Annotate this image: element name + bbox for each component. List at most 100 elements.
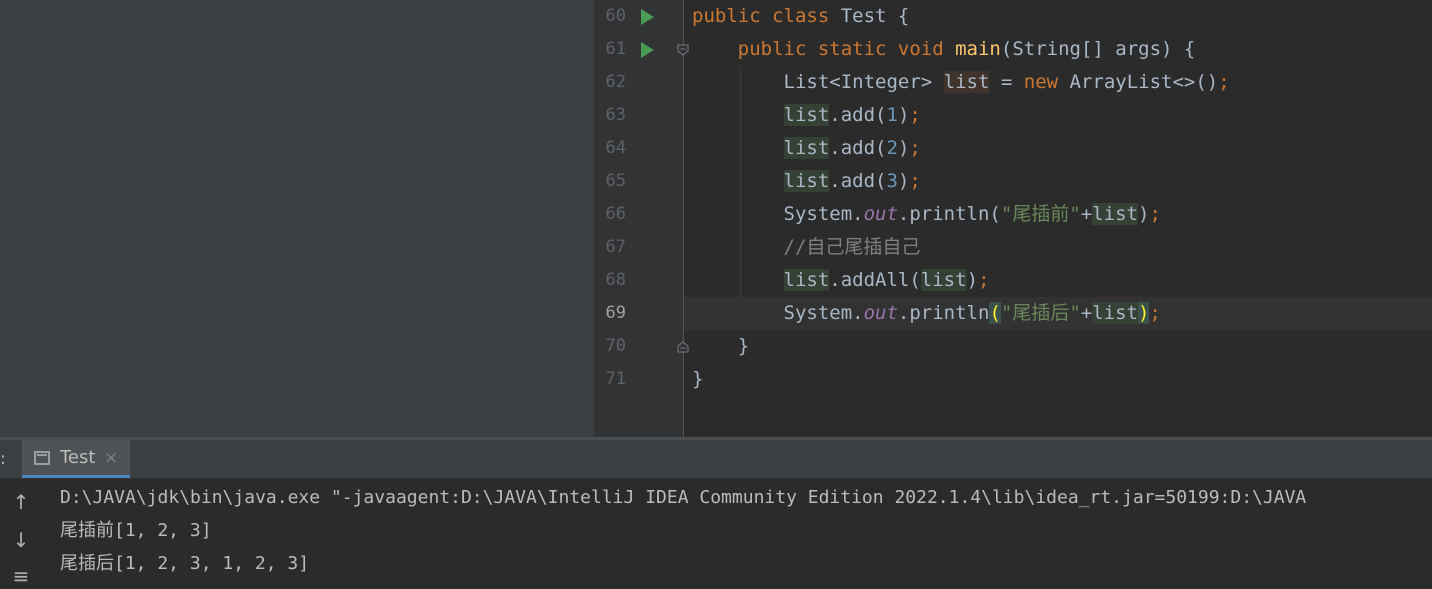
code-line[interactable]: } xyxy=(684,363,1432,396)
tab-prefix: : xyxy=(0,449,6,469)
code-line[interactable]: public class Test { xyxy=(684,0,1432,33)
line-number[interactable]: 60 xyxy=(596,0,626,33)
code-token: ) xyxy=(897,170,910,192)
code-token: 3 xyxy=(886,170,898,192)
code-token: "尾插后" xyxy=(1000,302,1081,324)
code-token: .add( xyxy=(829,170,887,192)
soft-wrap-icon[interactable]: ≡ xyxy=(8,563,34,589)
code-token: ArrayList<>() xyxy=(1069,71,1219,93)
code-token: list xyxy=(920,269,967,291)
code-token: System. xyxy=(692,302,864,324)
tab-test[interactable]: Test × xyxy=(22,440,130,478)
code-token: System. xyxy=(692,203,864,225)
line-number[interactable]: 67 xyxy=(596,231,626,264)
code-token: ; xyxy=(909,170,921,192)
code-line[interactable]: System.out.println("尾插后"+list); xyxy=(684,297,1432,330)
code-token: list xyxy=(1092,302,1138,324)
code-text: System.out.println("尾插前"+list); xyxy=(692,198,1161,231)
line-number[interactable]: 61 xyxy=(596,33,626,66)
code-line[interactable]: //自己尾插自己 xyxy=(684,231,1432,264)
code-text: list.add(1); xyxy=(692,99,921,132)
code-token: ) xyxy=(1137,203,1150,225)
line-number[interactable]: 68 xyxy=(596,264,626,297)
code-token: ; xyxy=(909,104,921,126)
code-text: public class Test { xyxy=(692,0,909,33)
code-line[interactable]: list.addAll(list); xyxy=(684,264,1432,297)
code-text: list.add(3); xyxy=(692,165,921,198)
code-text: } xyxy=(692,363,703,396)
code-token: //自己尾插自己 xyxy=(783,236,921,258)
console-icon xyxy=(34,451,50,465)
console-output[interactable]: D:\JAVA\jdk\bin\java.exe "-javaagent:D:\… xyxy=(42,479,1432,583)
code-text: list.addAll(list); xyxy=(692,264,989,297)
console-line: D:\JAVA\jdk\bin\java.exe "-javaagent:D:\… xyxy=(60,487,1307,508)
code-text: list.add(2); xyxy=(692,132,921,165)
code-token: ( xyxy=(989,302,1001,324)
console-line: 尾插后[1, 2, 3, 1, 2, 3] xyxy=(60,553,310,574)
code-token: public class xyxy=(692,5,841,27)
code-line[interactable]: list.add(1); xyxy=(684,99,1432,132)
code-token: + xyxy=(1080,203,1093,225)
code-token: ) xyxy=(897,104,910,126)
code-token: = xyxy=(989,71,1024,93)
code-token: .add( xyxy=(829,137,887,159)
code-text: List<Integer> list = new ArrayList<>(); xyxy=(692,66,1230,99)
code-line[interactable]: list.add(2); xyxy=(684,132,1432,165)
code-token: 2 xyxy=(886,137,898,159)
line-number[interactable]: 66 xyxy=(596,198,626,231)
fold-marker-icon[interactable] xyxy=(677,341,689,353)
code-token: ) xyxy=(1138,302,1150,324)
code-token: list xyxy=(783,170,830,192)
project-pane xyxy=(0,0,594,437)
arrow-up-icon[interactable]: ↑ xyxy=(8,489,34,515)
fold-marker-icon[interactable] xyxy=(677,44,689,56)
run-triangle-icon[interactable] xyxy=(641,42,654,58)
code-token: out xyxy=(863,203,898,225)
run-triangle-icon[interactable] xyxy=(641,9,654,25)
code-token: "尾插前" xyxy=(1000,203,1081,225)
code-token: ; xyxy=(1218,71,1230,93)
code-line[interactable]: System.out.println("尾插前"+list); xyxy=(684,198,1432,231)
code-token: + xyxy=(1080,302,1093,324)
code-token: } xyxy=(692,335,750,357)
code-line[interactable]: public static void main(String[] args) { xyxy=(684,33,1432,66)
line-number[interactable]: 64 xyxy=(596,132,626,165)
code-token: ; xyxy=(1149,203,1161,225)
line-number[interactable]: 71 xyxy=(596,363,626,396)
code-editor[interactable]: public class Test { public static void m… xyxy=(684,0,1432,437)
line-number[interactable]: 69 xyxy=(596,297,626,330)
code-token: List<Integer> xyxy=(692,71,944,93)
code-line[interactable]: List<Integer> list = new ArrayList<>(); xyxy=(684,66,1432,99)
code-line[interactable]: list.add(3); xyxy=(684,165,1432,198)
code-token: ; xyxy=(978,269,990,291)
code-token: 1 xyxy=(886,104,898,126)
arrow-down-icon[interactable]: ↓ xyxy=(8,527,34,553)
console-line: 尾插前[1, 2, 3] xyxy=(60,520,212,541)
code-token: list xyxy=(1092,203,1138,225)
code-token: .add( xyxy=(829,104,887,126)
console-toolbar: ↑ ↓ ≡ xyxy=(0,479,42,588)
code-text: //自己尾插自己 xyxy=(692,231,921,264)
line-number[interactable]: 63 xyxy=(596,99,626,132)
tab-label: Test xyxy=(60,447,96,468)
line-number[interactable]: 62 xyxy=(596,66,626,99)
code-token: list xyxy=(943,71,990,93)
code-token: ) xyxy=(966,269,979,291)
code-line[interactable]: } xyxy=(684,330,1432,363)
line-number[interactable]: 65 xyxy=(596,165,626,198)
code-token: (String[] args) { xyxy=(1000,38,1196,60)
run-tool-window-tabs: : Test × xyxy=(0,440,1432,479)
code-token: Test { xyxy=(840,5,910,27)
code-token: new xyxy=(1023,71,1070,93)
close-icon[interactable]: × xyxy=(104,440,118,476)
code-token: list xyxy=(783,137,830,159)
line-number[interactable]: 70 xyxy=(596,330,626,363)
code-token: ; xyxy=(909,137,921,159)
code-token: main xyxy=(955,38,1001,60)
